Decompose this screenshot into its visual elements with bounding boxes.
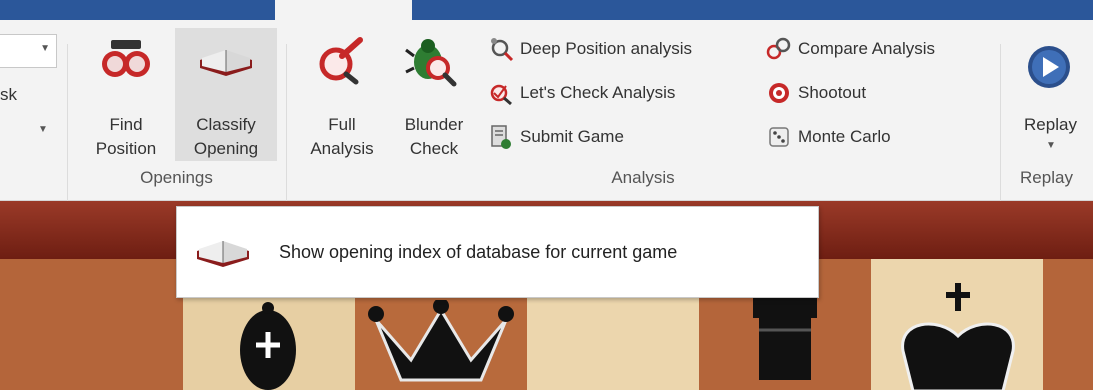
open-book-icon — [200, 50, 252, 76]
blunder-check-button[interactable]: Blunder Check — [390, 28, 478, 168]
full-analysis-label2: Analysis — [310, 139, 374, 158]
compare-analysis-label: Compare Analysis — [798, 39, 936, 58]
deep-position-icon — [488, 36, 514, 62]
classify-opening-label2: Opening — [193, 139, 259, 158]
black-rook-icon[interactable] — [745, 290, 825, 380]
open-book-icon — [197, 241, 249, 267]
blunder-check-label1: Blunder — [404, 115, 464, 134]
black-king-icon[interactable] — [893, 281, 1023, 390]
classify-opening-label1: Classify — [196, 115, 256, 134]
blunder-check-label2: Check — [409, 139, 459, 158]
left-cutoff-label: sk — [0, 85, 17, 104]
left-dropdown[interactable]: ▼ — [0, 34, 57, 68]
analysis-group-label: Analysis — [611, 168, 675, 187]
shootout-icon — [766, 80, 792, 106]
lets-check-icon — [488, 80, 514, 106]
replay-group-label: Replay — [1020, 168, 1073, 187]
play-icon — [1028, 46, 1070, 88]
find-position-label2: Position — [95, 139, 157, 158]
ribbon: ▼ sk ▼ Find Position Classify Opening Op… — [0, 20, 1093, 216]
board-square — [1043, 259, 1093, 390]
tooltip: Show opening index of database for curre… — [176, 206, 819, 298]
dice-icon — [766, 124, 792, 150]
shootout-label: Shootout — [798, 83, 867, 102]
replay-button[interactable]: Replay ▼ — [1008, 28, 1093, 168]
deep-position-analysis-button[interactable]: Deep Position analysis — [488, 36, 692, 62]
lets-check-label: Let's Check Analysis — [520, 83, 676, 102]
submit-game-button[interactable]: Submit Game — [488, 124, 624, 150]
lets-check-analysis-button[interactable]: Let's Check Analysis — [488, 80, 675, 106]
magnifier-pencil-icon — [319, 37, 363, 85]
monte-carlo-button[interactable]: Monte Carlo — [766, 124, 891, 150]
submit-game-label: Submit Game — [520, 127, 624, 146]
full-analysis-label1: Full — [328, 115, 356, 134]
tooltip-text: Show opening index of database for curre… — [279, 242, 678, 262]
chevron-down-icon: ▼ — [40, 43, 50, 54]
active-tab-indicator — [275, 0, 412, 20]
deep-position-label: Deep Position analysis — [520, 39, 692, 58]
find-position-label1: Find — [109, 115, 143, 134]
openings-group-label: Openings — [140, 168, 213, 187]
compare-analysis-button[interactable]: Compare Analysis — [766, 36, 935, 62]
left-dropdown-arrow[interactable]: ▼ — [38, 124, 48, 135]
monte-carlo-label: Monte Carlo — [798, 127, 891, 146]
shootout-button[interactable]: Shootout — [766, 80, 866, 106]
find-position-button[interactable]: Find Position — [82, 28, 170, 168]
compare-analysis-icon — [766, 36, 792, 62]
chevron-down-icon: ▼ — [1046, 140, 1056, 151]
black-bishop-icon[interactable] — [228, 300, 308, 390]
submit-game-icon — [488, 124, 514, 150]
full-analysis-button[interactable]: Full Analysis — [296, 28, 388, 168]
black-queen-icon[interactable] — [366, 300, 516, 390]
classify-opening-button[interactable]: Classify Opening — [175, 28, 277, 161]
bug-magnifier-icon — [405, 39, 457, 87]
find-position-icon — [102, 40, 150, 77]
replay-label: Replay — [1024, 115, 1077, 134]
board-square — [0, 259, 183, 390]
title-bar — [0, 0, 1093, 20]
